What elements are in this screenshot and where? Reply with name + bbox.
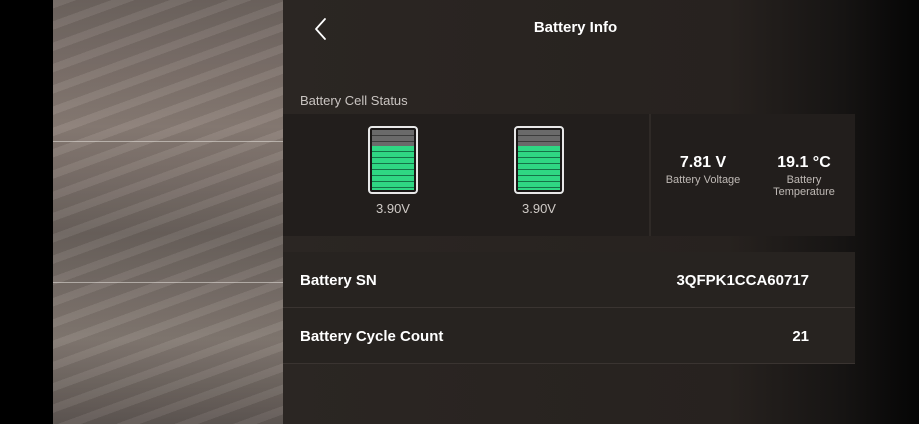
grid-line [53, 141, 283, 142]
cell-status-label: Battery Cell Status [300, 93, 408, 108]
cell-voltage: 3.90V [522, 201, 556, 216]
camera-preview[interactable] [53, 0, 283, 424]
battery-temperature-stat: 19.1 °C Battery Temperature [761, 154, 847, 198]
battery-cell-1: 3.90V [363, 126, 423, 216]
battery-voltage-label: Battery Voltage [665, 174, 741, 186]
cells-area: 3.90V 3.90V [283, 114, 649, 236]
battery-cell-2: 3.90V [509, 126, 569, 216]
grid-line [53, 282, 283, 283]
app-screen: Battery Info Battery Cell Status 3.90V 3… [0, 0, 919, 424]
page-title: Battery Info [533, 19, 618, 36]
battery-cycle-row: Battery Cycle Count 21 [283, 308, 855, 364]
divider [649, 114, 651, 236]
battery-cycle-value: 21 [792, 328, 809, 345]
cell-voltage: 3.90V [376, 201, 410, 216]
panel-header: Battery Info [283, 0, 855, 58]
cell-empty-level [372, 130, 414, 146]
battery-cell-icon [514, 126, 564, 194]
battery-cycle-label: Battery Cycle Count [300, 328, 444, 345]
battery-status-card: 3.90V 3.90V 7.81 V Battery Voltage 19.1 … [283, 114, 855, 236]
battery-cell-icon [368, 126, 418, 194]
battery-info-panel: Battery Info Battery Cell Status 3.90V 3… [283, 0, 919, 424]
battery-sn-row: Battery SN 3QFPK1CCA60717 [283, 252, 855, 308]
cell-charge-level [518, 146, 560, 190]
cell-empty-level [518, 130, 560, 146]
battery-sn-value: 3QFPK1CCA60717 [676, 272, 809, 289]
battery-sn-label: Battery SN [300, 272, 377, 289]
battery-voltage-stat: 7.81 V Battery Voltage [659, 154, 747, 186]
battery-voltage-value: 7.81 V [679, 154, 727, 171]
cell-charge-level [372, 146, 414, 190]
battery-temperature-label: Battery Temperature [773, 174, 835, 198]
battery-temperature-value: 19.1 °C [777, 154, 831, 171]
